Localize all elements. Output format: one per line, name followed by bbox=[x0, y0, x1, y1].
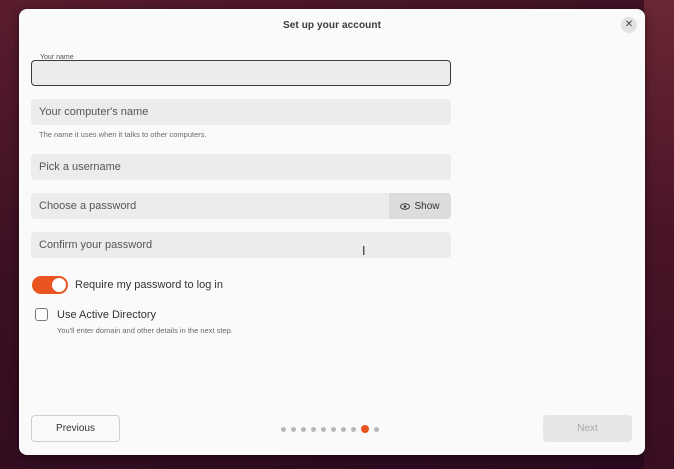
name-input[interactable] bbox=[32, 61, 450, 85]
desktop-background bbox=[644, 0, 674, 469]
step-dot bbox=[351, 426, 356, 432]
require-password-label: Require my password to log in bbox=[75, 279, 223, 291]
eye-icon bbox=[400, 202, 411, 210]
name-field-label: Your name bbox=[38, 54, 76, 61]
step-dot bbox=[311, 426, 316, 432]
show-password-label: Show bbox=[414, 200, 440, 212]
require-password-toggle[interactable] bbox=[32, 276, 68, 294]
previous-button[interactable]: Previous bbox=[31, 415, 120, 442]
password-field[interactable] bbox=[31, 193, 389, 219]
step-dot bbox=[291, 426, 296, 432]
dialog-title: Set up your account bbox=[282, 19, 382, 31]
step-dot bbox=[281, 426, 286, 432]
toggle-knob bbox=[52, 278, 66, 292]
active-directory-label: Use Active Directory bbox=[57, 309, 157, 321]
show-password-button[interactable]: Show bbox=[389, 193, 451, 219]
computer-name-field[interactable] bbox=[31, 99, 451, 125]
step-dot bbox=[301, 426, 306, 432]
dialog-header: Set up your account ✕ bbox=[19, 9, 645, 41]
close-icon: ✕ bbox=[624, 19, 634, 30]
confirm-password-input[interactable] bbox=[31, 232, 451, 258]
active-directory-checkbox[interactable] bbox=[35, 308, 48, 321]
username-field[interactable] bbox=[31, 154, 451, 180]
step-indicator bbox=[281, 425, 379, 433]
step-dot bbox=[321, 426, 326, 432]
step-dot bbox=[374, 426, 379, 432]
step-dot-active bbox=[361, 425, 369, 433]
name-field[interactable]: Your name bbox=[31, 54, 451, 86]
close-button[interactable]: ✕ bbox=[621, 17, 637, 33]
computer-name-hint: The name it uses when it talks to other … bbox=[39, 130, 207, 139]
next-button[interactable]: Next bbox=[543, 415, 632, 442]
active-directory-hint: You'll enter domain and other details in… bbox=[57, 326, 233, 335]
confirm-password-field[interactable] bbox=[31, 232, 451, 258]
password-input[interactable] bbox=[31, 193, 389, 219]
text-cursor-icon: I bbox=[362, 244, 366, 258]
computer-name-input[interactable] bbox=[31, 99, 451, 125]
username-input[interactable] bbox=[31, 154, 451, 180]
setup-dialog: Set up your account ✕ Your name The name… bbox=[19, 9, 645, 455]
step-dot bbox=[331, 426, 336, 432]
step-dot bbox=[341, 426, 346, 432]
